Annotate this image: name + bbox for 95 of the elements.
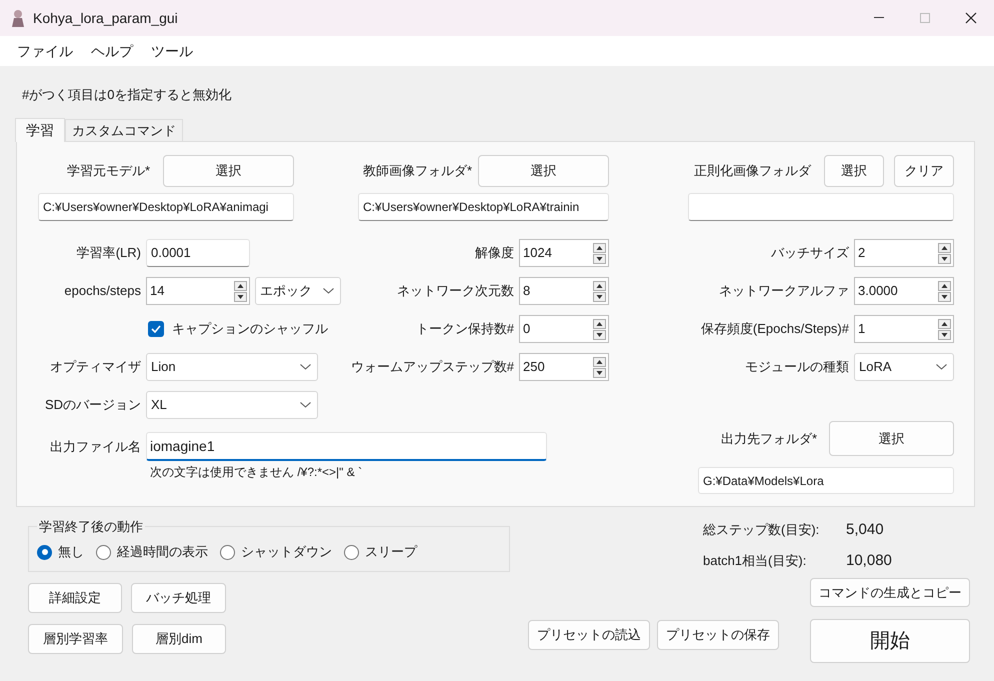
spin-box[interactable]: 2 <box>854 239 954 267</box>
field-label: 保存頻度(Epochs/Steps)# <box>700 320 849 338</box>
field-label: オプティマイザ <box>49 358 141 376</box>
field-label: バッチサイズ <box>770 244 849 262</box>
radio-label: シャットダウン <box>241 543 332 562</box>
tab[interactable]: 学習 <box>15 118 65 142</box>
spin-up-icon <box>593 356 606 366</box>
menu-item[interactable]: ツール <box>144 40 200 62</box>
field-label: 学習元モデル* <box>66 162 150 180</box>
field-label: 解像度 <box>474 244 514 262</box>
spin-box[interactable]: 1024 <box>519 239 609 267</box>
select-button[interactable]: 選択 <box>163 155 294 187</box>
tool-button[interactable]: 詳細設定 <box>28 583 122 613</box>
select-button[interactable]: 選択 <box>478 155 609 187</box>
radio-button[interactable] <box>96 544 111 560</box>
select-button[interactable]: クリア <box>894 155 954 187</box>
spin-box[interactable]: 8 <box>519 277 609 305</box>
dropdown[interactable]: LoRA <box>854 353 954 381</box>
spin-up-icon <box>938 242 951 252</box>
field-label: ネットワークアルファ <box>718 282 849 300</box>
preset-button[interactable]: プリセットの保存 <box>657 620 779 650</box>
path-field[interactable]: C:¥Users¥owner¥Desktop¥LoRA¥animagi <box>38 193 294 221</box>
spin-up-icon <box>593 242 606 252</box>
radio-label: 無し <box>58 543 84 562</box>
estimate-value: 10,080 <box>846 550 892 571</box>
radio-label: 経過時間の表示 <box>117 543 208 562</box>
spin-up-icon <box>938 318 951 328</box>
chevron-down-icon <box>323 288 334 294</box>
spin-down-icon <box>938 254 951 264</box>
estimate-value: 5,040 <box>846 520 884 540</box>
dropdown[interactable]: XL <box>146 391 318 419</box>
note-text: #がつく項目は0を指定すると無効化 <box>22 86 232 104</box>
start-button[interactable]: 開始 <box>810 619 970 663</box>
spin-box[interactable]: 3.0000 <box>854 277 954 305</box>
path-field[interactable]: G:¥Data¥Models¥Lora <box>698 467 954 494</box>
spin-box[interactable]: 0 <box>519 315 609 343</box>
check-icon <box>151 325 161 333</box>
dropdown[interactable]: Lion <box>146 353 318 381</box>
tool-button[interactable]: 層別dim <box>132 624 226 654</box>
command-button[interactable]: コマンドの生成とコピー <box>810 578 970 607</box>
spin-up-icon <box>593 318 606 328</box>
window-title: Kohya_lora_param_gui <box>33 8 178 28</box>
checkbox[interactable] <box>148 321 164 337</box>
field-label: ウォームアップステップ数# <box>350 358 514 376</box>
dropdown[interactable]: エポック <box>255 277 341 305</box>
spin-up-icon <box>938 280 951 290</box>
spin-up-icon <box>234 280 247 290</box>
field-label: SDのバージョン <box>44 396 141 414</box>
field-label: epochs/steps <box>63 282 141 300</box>
checkbox-label: キャプションのシャッフル <box>172 320 328 338</box>
preset-button[interactable]: プリセットの読込 <box>528 620 650 650</box>
field-label: トークン保持数# <box>414 320 514 338</box>
field-label: 教師画像フォルダ* <box>362 162 472 180</box>
select-button[interactable]: 選択 <box>824 155 884 187</box>
radio-button[interactable] <box>37 544 52 560</box>
spin-box[interactable]: 14 <box>146 277 250 305</box>
field-label: ネットワーク次元数 <box>396 282 514 300</box>
tool-button[interactable]: バッチ処理 <box>131 583 226 613</box>
chevron-down-icon <box>300 364 311 370</box>
radio-button[interactable] <box>344 544 359 560</box>
estimate-label: batch1相当(目安): <box>703 552 808 570</box>
spin-down-icon <box>234 292 247 302</box>
spin-down-icon <box>938 330 951 340</box>
chevron-down-icon <box>936 364 947 370</box>
field-label: 出力先フォルダ* <box>720 430 817 448</box>
hint-text: 次の文字は使用できません /¥?:*<>|" & ` <box>150 464 364 481</box>
spin-down-icon <box>593 254 606 264</box>
path-field[interactable]: C:¥Users¥owner¥Desktop¥LoRA¥trainin <box>358 193 609 221</box>
radio-button[interactable] <box>220 544 235 560</box>
field-label: 正則化画像フォルダ <box>694 162 811 180</box>
estimate-label: 総ステップ数(目安): <box>703 521 820 540</box>
spin-down-icon <box>593 368 606 378</box>
field-label: 学習率(LR) <box>76 244 141 262</box>
radio-label: スリープ <box>365 543 417 562</box>
spin-down-icon <box>593 292 606 302</box>
spin-down-icon <box>593 330 606 340</box>
field-label: 出力ファイル名 <box>49 438 141 456</box>
menu-item[interactable]: ファイル <box>10 40 80 62</box>
chevron-down-icon <box>300 402 311 408</box>
menu-item[interactable]: ヘルプ <box>84 40 140 62</box>
tool-button[interactable]: 層別学習率 <box>28 624 123 654</box>
maximize-icon <box>920 13 930 23</box>
field-label: モジュールの種類 <box>744 358 849 376</box>
input-field[interactable]: 0.0001 <box>146 239 250 267</box>
spin-box[interactable]: 250 <box>519 353 609 381</box>
close-icon <box>965 12 977 24</box>
spin-down-icon <box>938 292 951 302</box>
spin-up-icon <box>593 280 606 290</box>
app-icon <box>10 9 26 27</box>
minimize-icon <box>874 17 884 19</box>
input-field[interactable]: iomagine1 <box>146 432 547 461</box>
tab[interactable]: カスタムコマンド <box>65 119 183 141</box>
spin-box[interactable]: 1 <box>854 315 954 343</box>
path-field[interactable] <box>688 193 954 221</box>
select-button[interactable]: 選択 <box>829 421 954 456</box>
